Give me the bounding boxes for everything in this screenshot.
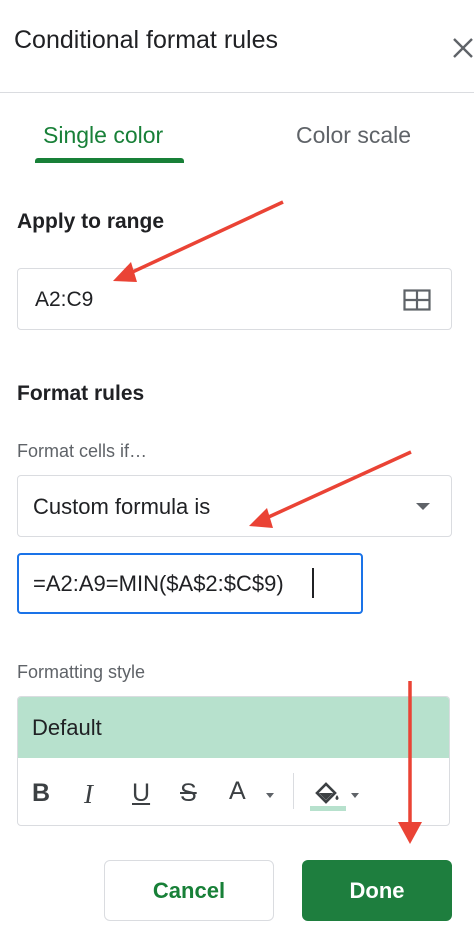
style-preview[interactable]: Default bbox=[18, 697, 449, 758]
condition-value: Custom formula is bbox=[33, 494, 211, 519]
strikethrough-icon[interactable]: S bbox=[180, 779, 197, 808]
range-value: A2:C9 bbox=[35, 288, 94, 311]
italic-icon[interactable]: I bbox=[84, 779, 93, 810]
text-cursor bbox=[312, 568, 314, 598]
header-divider bbox=[0, 92, 474, 93]
style-preview-label: Default bbox=[32, 715, 102, 740]
underline-icon[interactable]: U bbox=[132, 779, 150, 808]
condition-select[interactable]: Custom formula is bbox=[17, 475, 452, 537]
bold-icon[interactable]: B bbox=[32, 779, 50, 808]
grid-select-icon[interactable] bbox=[403, 289, 431, 311]
cancel-button[interactable]: Cancel bbox=[104, 860, 274, 921]
close-icon[interactable] bbox=[450, 32, 474, 62]
active-tab-indicator bbox=[35, 158, 184, 163]
text-color-caret-icon bbox=[266, 793, 274, 798]
fill-color-icon[interactable] bbox=[308, 775, 348, 815]
formatting-style-box: Default B I U S A bbox=[17, 696, 450, 826]
format-rules-heading: Format rules bbox=[17, 382, 145, 405]
dropdown-caret-icon bbox=[416, 503, 430, 510]
tab-color-scale[interactable]: Color scale bbox=[296, 122, 411, 149]
toolbar-divider bbox=[293, 773, 294, 809]
formatting-style-label: Formatting style bbox=[17, 662, 146, 682]
condition-label: Format cells if… bbox=[17, 441, 148, 461]
range-input[interactable]: A2:C9 bbox=[17, 268, 452, 330]
done-button[interactable]: Done bbox=[302, 860, 452, 921]
panel-title: Conditional format rules bbox=[14, 26, 279, 54]
tab-single-color[interactable]: Single color bbox=[43, 122, 163, 149]
apply-range-heading: Apply to range bbox=[17, 210, 165, 233]
text-color-icon[interactable]: A bbox=[229, 777, 246, 806]
formula-input[interactable]: =A2:A9=MIN($A$2:$C$9) bbox=[17, 553, 363, 614]
fill-color-caret-icon bbox=[351, 793, 359, 798]
formula-value: =A2:A9=MIN($A$2:$C$9) bbox=[33, 571, 284, 596]
